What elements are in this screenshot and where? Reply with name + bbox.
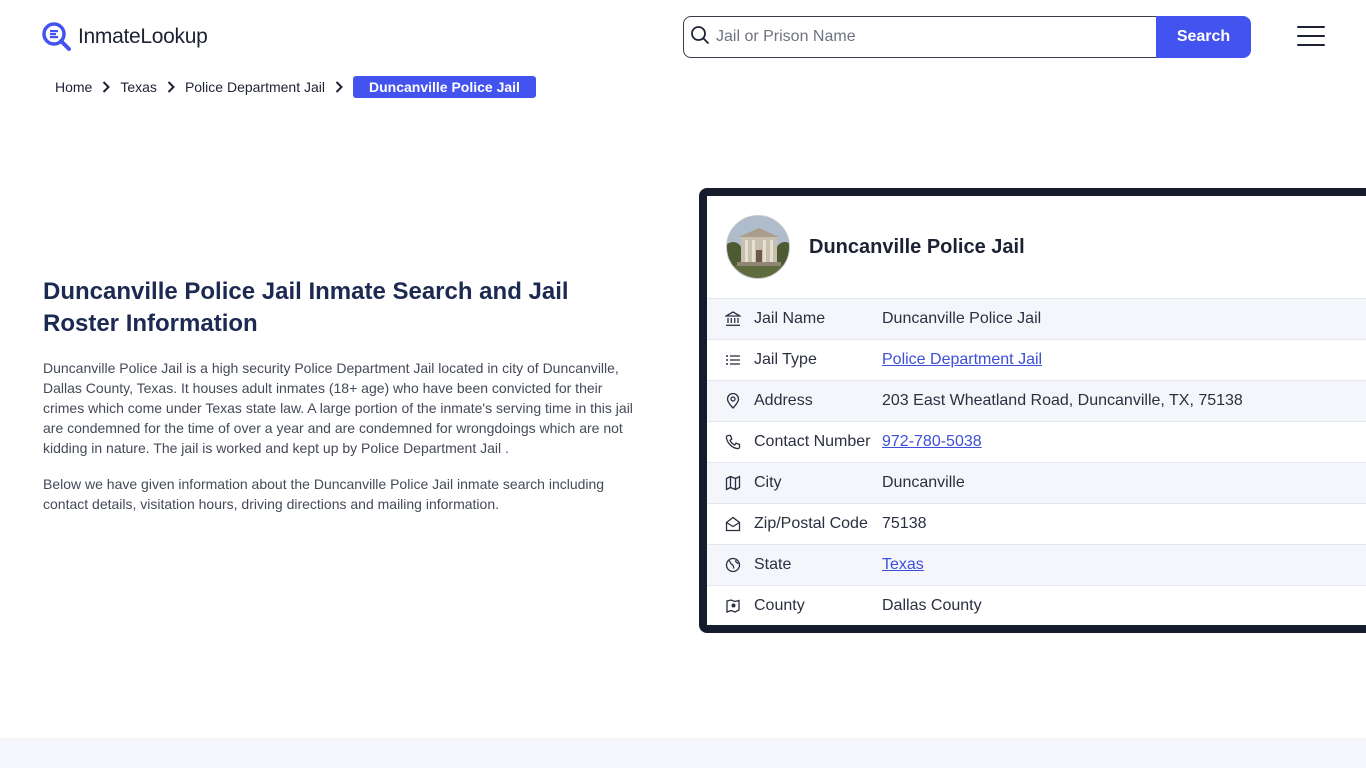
row-label: Zip/Postal Code: [754, 515, 868, 532]
info-row-city: City Duncanville: [707, 462, 1366, 503]
magnifier-logo-icon: [42, 22, 72, 52]
info-row-contact-number: Contact Number 972-780-5038: [707, 421, 1366, 462]
search-button[interactable]: Search: [1156, 16, 1251, 58]
intro-paragraph: Duncanville Police Jail is a high securi…: [43, 360, 633, 456]
site-header: InmateLookup Search: [0, 0, 1366, 74]
breadcrumb-texas[interactable]: Texas: [120, 79, 157, 95]
breadcrumb-police-department-jail[interactable]: Police Department Jail: [185, 79, 325, 95]
row-value: Dallas County: [882, 597, 982, 614]
chevron-right-icon: [102, 81, 111, 93]
phone-icon: [724, 433, 742, 451]
search-input[interactable]: [716, 28, 1156, 46]
row-label: City: [754, 474, 782, 491]
row-value: Duncanville Police Jail: [882, 310, 1042, 327]
row-label: Contact Number: [754, 433, 871, 450]
info-row-jail-name: Jail Name Duncanville Police Jail: [707, 298, 1366, 339]
info-row-address: Address 203 East Wheatland Road, Duncanv…: [707, 380, 1366, 421]
intro-paragraph-2: Below we have given information about th…: [43, 476, 605, 512]
row-value: 203 East Wheatland Road, Duncanville, TX…: [882, 392, 1243, 409]
jail-info-card: Duncanville Police Jail Jail Name Duncan…: [699, 188, 1366, 633]
jail-type-link[interactable]: Police Department Jail: [882, 351, 1042, 369]
card-title: Duncanville Police Jail: [809, 235, 1025, 258]
map-icon: [724, 474, 742, 492]
chevron-right-icon: [335, 81, 343, 93]
info-row-state: State Texas: [707, 544, 1366, 585]
search-box: [683, 16, 1156, 58]
globe-icon: [724, 556, 742, 574]
search-form: Search: [683, 16, 1251, 58]
card-header: Duncanville Police Jail: [707, 196, 1366, 298]
row-label: Address: [754, 392, 813, 409]
county-icon: [724, 597, 742, 615]
chevron-right-icon: [167, 81, 175, 93]
list-icon: [724, 351, 742, 369]
row-label: State: [754, 556, 792, 573]
page-title: Duncanville Police Jail Inmate Search an…: [43, 278, 569, 337]
row-label: Jail Name: [754, 310, 826, 327]
info-row-zip: Zip/Postal Code 75138: [707, 503, 1366, 544]
jail-building-photo: [726, 215, 790, 279]
footer-band: [0, 738, 1366, 768]
intro-section: Duncanville Police Jail Inmate Search an…: [43, 276, 643, 514]
row-value: 75138: [882, 515, 927, 532]
row-label: Jail Type: [754, 351, 817, 368]
row-value: Duncanville: [882, 474, 965, 491]
breadcrumb-home[interactable]: Home: [55, 79, 92, 95]
row-label: County: [754, 597, 805, 614]
logo-link[interactable]: InmateLookup: [42, 22, 208, 52]
phone-link[interactable]: 972-780-5038: [882, 433, 982, 451]
search-icon: [690, 25, 710, 50]
map-pin-icon: [724, 392, 742, 410]
breadcrumb-current: Duncanville Police Jail: [353, 76, 536, 98]
state-link[interactable]: Texas: [882, 556, 924, 574]
info-table: Jail Name Duncanville Police Jail Jail T…: [707, 298, 1366, 625]
logo-text: InmateLookup: [78, 25, 208, 48]
mail-open-icon: [724, 515, 742, 533]
breadcrumb: Home Texas Police Department Jail Duncan…: [55, 76, 536, 98]
info-row-county: County Dallas County: [707, 585, 1366, 625]
bank-icon: [724, 310, 742, 328]
info-row-jail-type: Jail Type Police Department Jail: [707, 339, 1366, 380]
hamburger-menu-icon[interactable]: [1297, 26, 1325, 48]
